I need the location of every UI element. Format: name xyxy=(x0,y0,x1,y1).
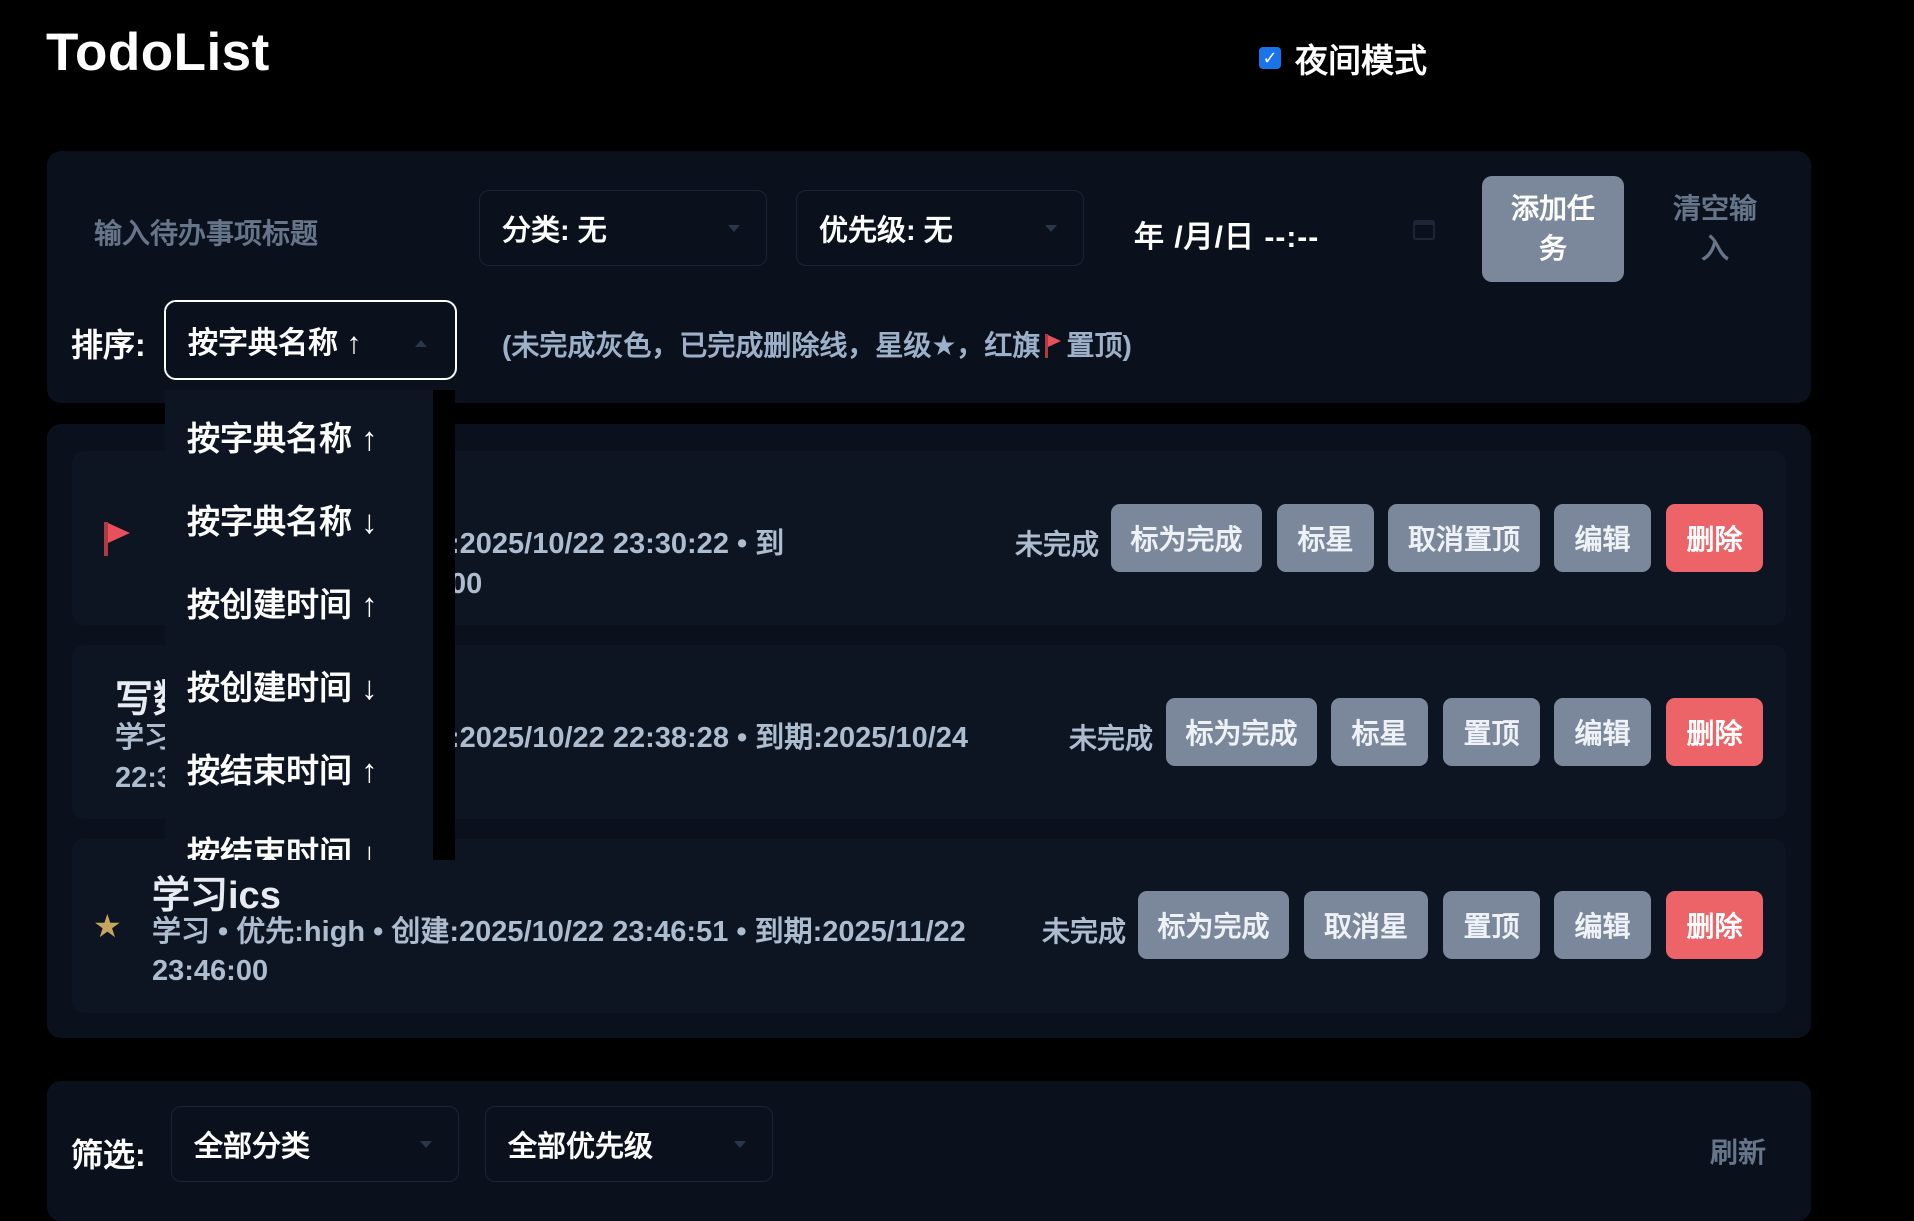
unstar-button[interactable]: 取消星 xyxy=(1304,891,1428,959)
mark-complete-button[interactable]: 标为完成 xyxy=(1111,504,1262,572)
dropdown-scrollbar[interactable] xyxy=(433,390,455,860)
sort-dropdown-list[interactable]: 按字典名称 ↑ 按字典名称 ↓ 按创建时间 ↑ 按创建时间 ↓ 按结束时间 ↑ … xyxy=(165,390,455,860)
priority-filter-select[interactable]: 全部优先级 xyxy=(485,1106,773,1182)
task-status: 未完成 xyxy=(1042,916,1127,947)
clear-input-button[interactable]: 清空输入 xyxy=(1660,176,1770,282)
app-title: TodoList xyxy=(46,23,270,82)
chevron-up-icon xyxy=(415,340,427,347)
chevron-down-icon xyxy=(1045,225,1057,232)
calendar-icon[interactable] xyxy=(1413,220,1435,240)
edit-button[interactable]: 编辑 xyxy=(1554,891,1651,959)
mark-complete-button[interactable]: 标为完成 xyxy=(1166,698,1317,766)
delete-button[interactable]: 删除 xyxy=(1666,698,1763,766)
priority-select[interactable]: 优先级: 无 xyxy=(796,190,1084,266)
task-status: 未完成 xyxy=(1015,529,1100,560)
pin-button[interactable]: 置顶 xyxy=(1443,698,1540,766)
task-meta: :2025/10/22 23:30:22 • 到 xyxy=(450,528,785,560)
category-select-value: 分类: 无 xyxy=(502,215,607,247)
sort-option[interactable]: 按字典名称 ↓ xyxy=(187,495,378,543)
task-meta: 学习 • 优先:high • 创建:2025/10/22 23:46:51 • … xyxy=(152,916,966,948)
due-date-input[interactable]: 年 /月/日 --:-- xyxy=(1134,212,1319,256)
task-title: 学习ics xyxy=(152,875,281,917)
sort-option[interactable]: 按结束时间 ↑ xyxy=(187,744,378,792)
category-filter-select[interactable]: 全部分类 xyxy=(171,1106,459,1182)
add-task-button[interactable]: 添加任务 xyxy=(1482,176,1624,282)
night-mode-label: 夜间模式 xyxy=(1295,42,1427,79)
night-mode-checkbox[interactable]: ✓ xyxy=(1259,47,1281,69)
task-meta-cont: 23:46:00 xyxy=(152,955,269,987)
task-title-input[interactable]: 输入待办事项标题 xyxy=(94,212,318,252)
sort-label: 排序: xyxy=(71,327,146,363)
legend-hint-suffix: 置顶) xyxy=(1066,330,1132,361)
task-meta: :2025/10/22 22:38:28 • 到期:2025/10/24 xyxy=(450,722,969,754)
sort-option[interactable]: 按创建时间 ↑ xyxy=(187,578,378,626)
sort-select-value: 按字典名称 ↑ xyxy=(188,327,362,360)
unpin-button[interactable]: 取消置顶 xyxy=(1388,504,1540,572)
flag-icon xyxy=(1044,333,1062,359)
priority-filter-value: 全部优先级 xyxy=(508,1131,654,1163)
night-mode-toggle[interactable]: ✓ 夜间模式 xyxy=(1259,34,1427,82)
delete-button[interactable]: 删除 xyxy=(1666,504,1763,572)
filter-label: 筛选: xyxy=(71,1137,146,1173)
category-select[interactable]: 分类: 无 xyxy=(479,190,767,266)
chevron-down-icon xyxy=(734,1141,746,1148)
delete-button[interactable]: 删除 xyxy=(1666,891,1763,959)
mark-complete-button[interactable]: 标为完成 xyxy=(1138,891,1289,959)
star-icon: ★ xyxy=(93,908,122,944)
category-filter-value: 全部分类 xyxy=(194,1131,311,1163)
chevron-down-icon xyxy=(728,225,740,232)
sort-option[interactable]: 按结束时间 ↓ xyxy=(187,827,378,860)
legend-hint: (未完成灰色，已完成删除线，星级★，红旗 置顶) xyxy=(502,324,1132,364)
chevron-down-icon xyxy=(420,1141,432,1148)
star-button[interactable]: 标星 xyxy=(1331,698,1428,766)
edit-button[interactable]: 编辑 xyxy=(1554,504,1651,572)
star-button[interactable]: 标星 xyxy=(1277,504,1374,572)
sort-select[interactable]: 按字典名称 ↑ xyxy=(164,300,457,380)
edit-button[interactable]: 编辑 xyxy=(1554,698,1651,766)
sort-option[interactable]: 按创建时间 ↓ xyxy=(187,661,378,709)
refresh-button[interactable]: 刷新 xyxy=(1710,1131,1766,1171)
priority-select-value: 优先级: 无 xyxy=(819,215,953,247)
flag-icon xyxy=(102,520,132,558)
sort-option[interactable]: 按字典名称 ↑ xyxy=(187,412,378,460)
pin-button[interactable]: 置顶 xyxy=(1443,891,1540,959)
task-status: 未完成 xyxy=(1069,723,1154,754)
legend-hint-prefix: (未完成灰色，已完成删除线，星级★，红旗 xyxy=(502,330,1041,361)
